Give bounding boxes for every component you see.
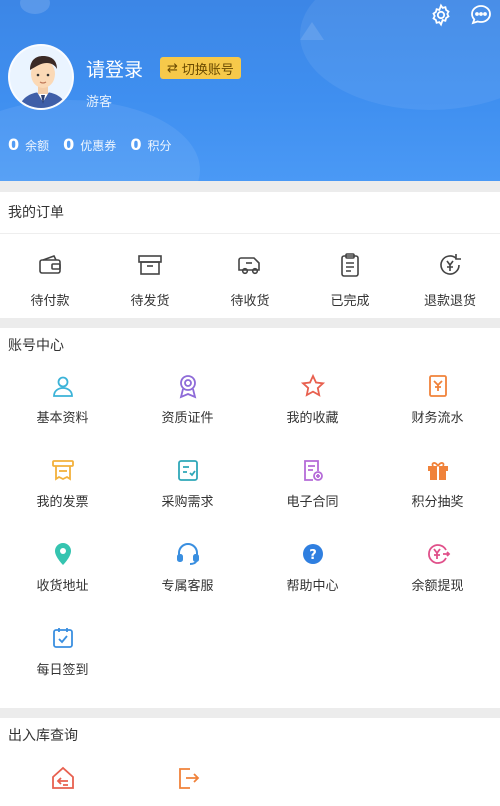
balance-stat[interactable]: 0 余额 xyxy=(8,135,49,154)
order-pending-payment[interactable]: 待付款 xyxy=(5,250,95,309)
item-label: 财务流水 xyxy=(411,411,464,426)
item-label: 每日签到 xyxy=(36,663,89,678)
item-label: 收货地址 xyxy=(36,579,89,594)
order-label: 待付款 xyxy=(30,294,70,309)
daily-checkin-item[interactable]: 每日签到 xyxy=(0,616,125,700)
inbound-icon xyxy=(49,764,77,796)
inbound-query-item[interactable] xyxy=(0,754,125,796)
stat-value: 0 xyxy=(8,135,20,154)
purchase-demand-item[interactable]: 采购需求 xyxy=(125,448,250,532)
shipping-address-item[interactable]: 收货地址 xyxy=(0,532,125,616)
balance-withdraw-item[interactable]: 余额提现 xyxy=(375,532,500,616)
user-icon xyxy=(49,372,77,400)
help-center-item[interactable]: ? 帮助中心 xyxy=(250,532,375,616)
header-decoration xyxy=(20,0,50,14)
invoice-icon xyxy=(49,456,77,484)
item-label: 积分抽奖 xyxy=(411,495,464,510)
switch-account-label: 切换账号 xyxy=(181,62,234,78)
stock-query-section: 出入库查询 xyxy=(0,718,500,806)
section-title: 我的订单 xyxy=(0,192,500,234)
gift-icon xyxy=(424,456,452,484)
order-label: 退款退货 xyxy=(423,294,476,309)
calendar-check-icon xyxy=(49,624,77,652)
switch-arrows-icon: ⇄ xyxy=(167,60,178,76)
item-label: 帮助中心 xyxy=(286,579,339,594)
stat-value: 0 xyxy=(63,135,75,154)
truck-icon xyxy=(235,250,265,280)
star-icon xyxy=(299,372,327,400)
invoice-item[interactable]: 我的发票 xyxy=(0,448,125,532)
order-pending-shipment[interactable]: 待发货 xyxy=(105,250,195,309)
item-label: 我的收藏 xyxy=(286,411,339,426)
guest-label: 游客 xyxy=(86,95,113,110)
coupon-stat[interactable]: 0 优惠券 xyxy=(63,135,116,154)
header-decoration xyxy=(300,22,324,40)
item-label: 资质证件 xyxy=(161,411,214,426)
qualification-item[interactable]: 资质证件 xyxy=(125,364,250,448)
e-contract-item[interactable]: 电子合同 xyxy=(250,448,375,532)
basic-info-item[interactable]: 基本资料 xyxy=(0,364,125,448)
item-label: 我的发票 xyxy=(36,495,89,510)
stat-label: 余额 xyxy=(25,139,50,153)
item-label: 电子合同 xyxy=(286,495,339,510)
finance-flow-item[interactable]: 财务流水 xyxy=(375,364,500,448)
help-icon: ? xyxy=(299,540,327,568)
outbound-query-item[interactable] xyxy=(125,754,250,796)
svg-text:?: ? xyxy=(309,548,317,563)
points-stat[interactable]: 0 积分 xyxy=(130,135,171,154)
purchase-icon xyxy=(174,456,202,484)
favorites-item[interactable]: 我的收藏 xyxy=(250,364,375,448)
box-icon xyxy=(135,250,165,280)
outbound-icon xyxy=(174,764,202,796)
customer-service-item[interactable]: 专属客服 xyxy=(125,532,250,616)
stat-label: 积分 xyxy=(147,139,172,153)
order-label: 已完成 xyxy=(330,294,370,309)
order-refund[interactable]: 退款退货 xyxy=(405,250,495,309)
headset-icon xyxy=(174,540,202,568)
avatar[interactable] xyxy=(8,44,74,110)
stat-label: 优惠券 xyxy=(80,139,117,153)
item-label: 余额提现 xyxy=(411,579,464,594)
item-label: 专属客服 xyxy=(161,579,214,594)
order-pending-receipt[interactable]: 待收货 xyxy=(205,250,295,309)
section-title: 账号中心 xyxy=(8,338,64,354)
section-title: 出入库查询 xyxy=(8,728,78,744)
clipboard-icon xyxy=(335,250,365,280)
my-orders-section: 我的订单 待付款 待发货 待收货 已完成 退款退货 xyxy=(0,192,500,318)
finance-icon xyxy=(424,372,452,400)
wallet-icon xyxy=(35,250,65,280)
location-icon xyxy=(49,540,77,568)
withdraw-icon xyxy=(424,540,452,568)
account-center-section: 账号中心 基本资料 资质证件 我的收藏 财务流水 我的发票 采购需求 电子合同 … xyxy=(0,328,500,708)
switch-account-button[interactable]: ⇄ 切换账号 xyxy=(160,57,241,79)
stat-value: 0 xyxy=(130,135,142,154)
order-label: 待收货 xyxy=(230,294,270,309)
refund-icon xyxy=(435,250,465,280)
points-lottery-item[interactable]: 积分抽奖 xyxy=(375,448,500,532)
order-completed[interactable]: 已完成 xyxy=(305,250,395,309)
login-link[interactable]: 请登录 xyxy=(86,55,143,82)
order-label: 待发货 xyxy=(130,294,170,309)
item-label: 采购需求 xyxy=(161,495,214,510)
settings-gear-icon[interactable] xyxy=(428,2,454,28)
item-label: 基本资料 xyxy=(36,411,89,426)
contract-icon xyxy=(299,456,327,484)
award-icon xyxy=(174,372,202,400)
profile-header: 请登录 ⇄ 切换账号 游客 0 余额 0 优惠券 0 积分 xyxy=(0,0,500,181)
message-icon[interactable] xyxy=(468,2,494,28)
